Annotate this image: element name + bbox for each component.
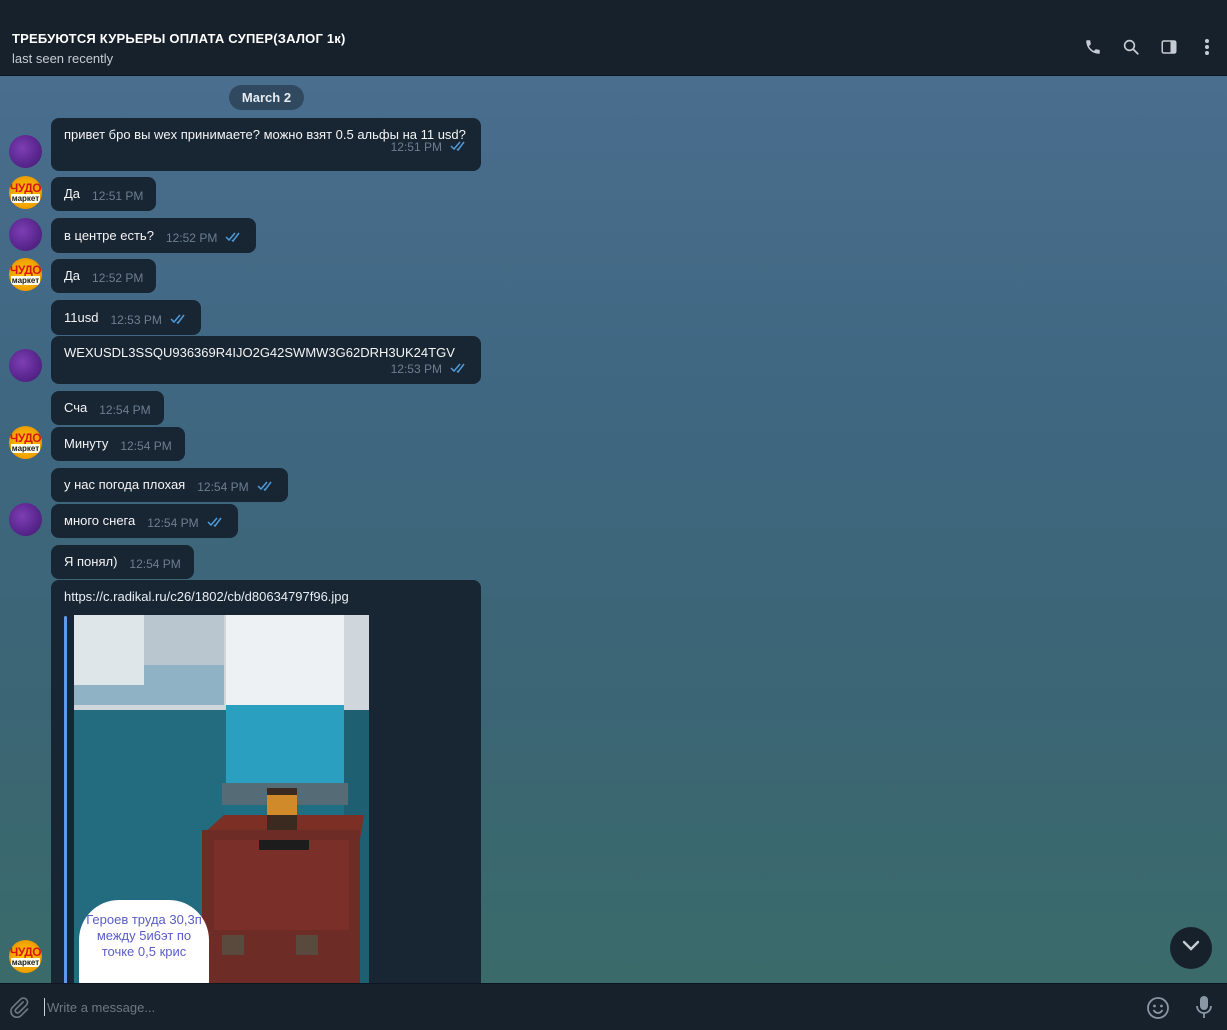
message-time: 12:54 PM: [147, 516, 199, 530]
message-time: 12:54 PM: [120, 439, 172, 453]
read-check-icon: [170, 313, 188, 327]
message-text: WEXUSDL3SSQU936369R4IJO2G42SWMW3G62DRH3U…: [64, 345, 455, 360]
scroll-to-bottom-button[interactable]: [1170, 927, 1212, 969]
emoji-icon[interactable]: [1146, 996, 1170, 1025]
chat-header: ТРЕБУЮТСЯ КУРЬЕРЫ ОПЛАТА СУПЕР(ЗАЛОГ 1к)…: [0, 0, 1227, 76]
read-check-icon: [450, 362, 468, 376]
message-bubble[interactable]: Сча 12:54 PM: [51, 391, 164, 425]
message-text: Сча: [64, 400, 88, 415]
read-check-icon: [257, 480, 275, 494]
message-bubble[interactable]: много снега 12:54 PM: [51, 504, 238, 538]
message-text: много снега: [64, 513, 136, 528]
avatar[interactable]: [9, 135, 42, 168]
message-bubble[interactable]: привет бро вы wex принимаете? можно взят…: [51, 118, 481, 171]
message-bubble[interactable]: в центре есть? 12:52 PM: [51, 218, 257, 253]
microphone-icon[interactable]: [1195, 995, 1213, 1024]
message-time: 12:53 PM: [390, 362, 442, 376]
message-input[interactable]: [47, 996, 1047, 1018]
more-vert-icon[interactable]: [1197, 36, 1217, 58]
message-time: 12:51 PM: [92, 189, 144, 203]
message-text: Да: [64, 186, 81, 201]
message-text: 11usd: [64, 310, 99, 325]
message-text: в центре есть?: [64, 228, 154, 243]
message-time: 12:53 PM: [110, 313, 162, 327]
read-check-icon: [450, 140, 468, 154]
photo-note: Героев труда 30,3п между 5и6эт по точке …: [79, 900, 209, 983]
message-time: 12:54 PM: [197, 480, 249, 494]
read-check-icon: [225, 231, 243, 245]
message-composer: [0, 983, 1227, 1030]
avatar[interactable]: [9, 218, 42, 251]
message-time: 12:52 PM: [92, 271, 144, 285]
message-bubble[interactable]: Минуту 12:54 PM: [51, 427, 185, 461]
chevron-down-icon: [1182, 939, 1200, 957]
message-bubble[interactable]: у нас погода плохая 12:54 PM: [51, 468, 288, 502]
search-icon[interactable]: [1121, 36, 1141, 58]
chat-history[interactable]: March 2 привет бро вы wex принимаете? мо…: [0, 76, 1227, 983]
preview-accent-bar: [64, 616, 67, 983]
avatar[interactable]: ЧУДО маркет: [9, 426, 42, 459]
message-link[interactable]: https://c.radikal.ru/c26/1802/cb/d806347…: [64, 589, 349, 604]
text-cursor: [44, 998, 45, 1016]
message-time: 12:52 PM: [165, 231, 218, 245]
link-preview-photo[interactable]: Героев труда 30,3п между 5и6эт по точке …: [74, 615, 369, 983]
sidebar-toggle-icon[interactable]: [1159, 36, 1179, 58]
read-check-icon: [207, 516, 225, 530]
message-bubble[interactable]: 11usd 12:53 PM: [51, 300, 201, 335]
avatar[interactable]: ЧУДО маркет: [9, 940, 42, 973]
header-actions: [1083, 36, 1217, 58]
message-bubble[interactable]: Да 12:52 PM: [51, 259, 157, 293]
message-bubble[interactable]: Я понял) 12:54 PM: [51, 545, 194, 579]
avatar[interactable]: [9, 349, 42, 382]
avatar[interactable]: ЧУДО маркет: [9, 258, 42, 291]
message-text: Минуту: [64, 436, 109, 451]
phone-icon[interactable]: [1083, 36, 1103, 58]
avatar[interactable]: ЧУДО маркет: [9, 176, 42, 209]
attach-icon[interactable]: [8, 996, 30, 1023]
message-time: 12:51 PM: [390, 140, 442, 154]
message-bubble[interactable]: Да 12:51 PM: [51, 177, 157, 211]
message-time: 12:54 PM: [129, 557, 181, 571]
avatar[interactable]: [9, 503, 42, 536]
message-bubble[interactable]: WEXUSDL3SSQU936369R4IJO2G42SWMW3G62DRH3U…: [51, 336, 481, 384]
chat-title[interactable]: ТРЕБУЮТСЯ КУРЬЕРЫ ОПЛАТА СУПЕР(ЗАЛОГ 1к): [12, 31, 346, 46]
message-text: Да: [64, 268, 81, 283]
message-time: 12:54 PM: [99, 403, 151, 417]
link-message[interactable]: https://c.radikal.ru/c26/1802/cb/d806347…: [51, 580, 481, 983]
message-text: у нас погода плохая: [64, 477, 186, 492]
chat-status: last seen recently: [12, 51, 114, 66]
message-text: Я понял): [64, 554, 118, 569]
date-separator: March 2: [229, 85, 304, 110]
